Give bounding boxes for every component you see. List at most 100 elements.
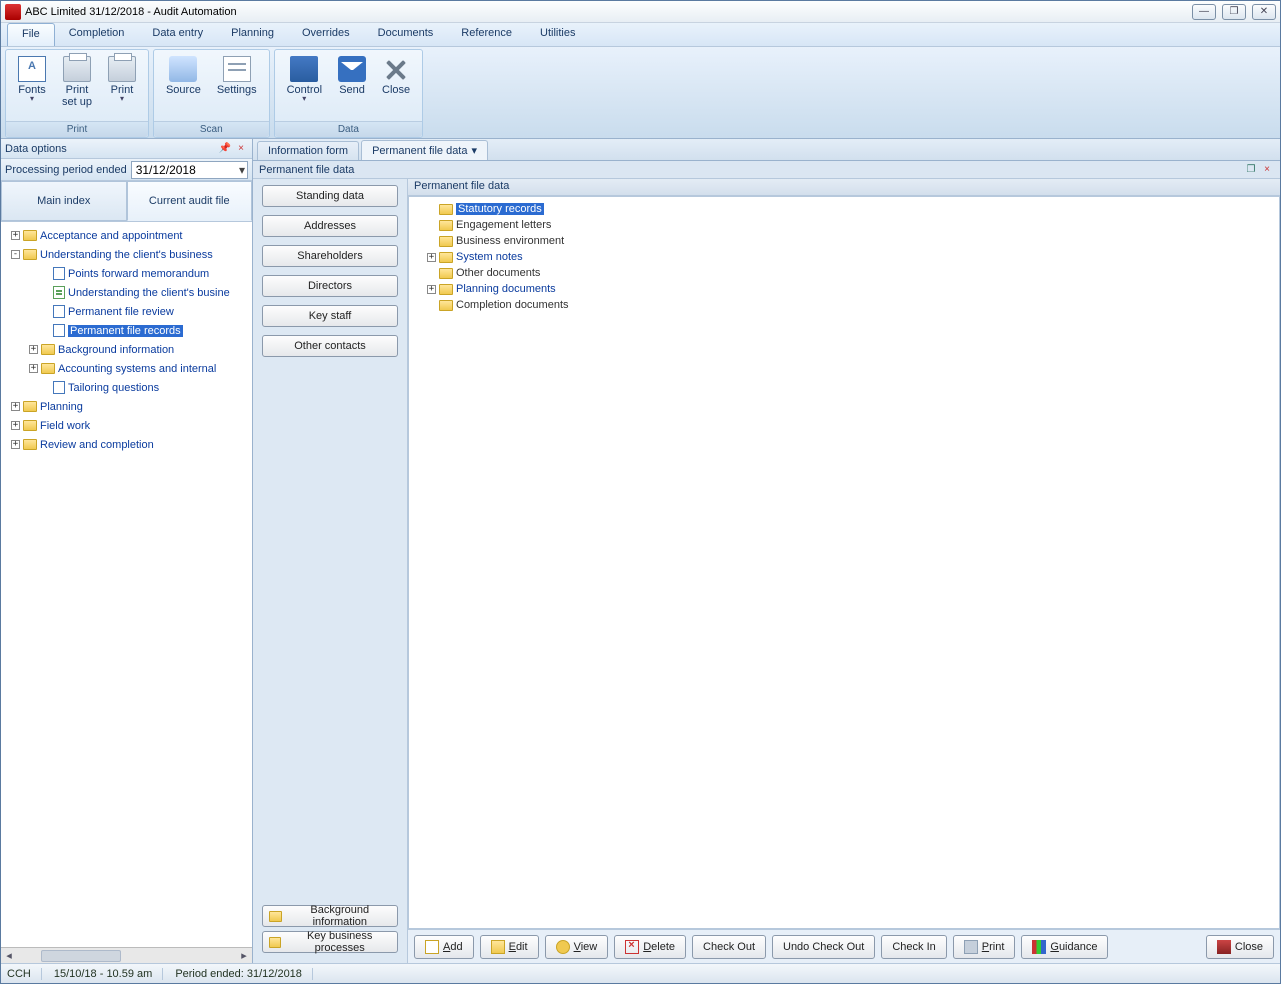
folder-icon	[23, 420, 37, 431]
folder-item[interactable]: System notes	[456, 251, 523, 263]
period-dropdown[interactable]: 31/12/2018	[131, 161, 248, 179]
printer-icon	[108, 56, 136, 82]
ribbon-print[interactable]: Print	[100, 52, 144, 119]
btn-print[interactable]: Print	[953, 935, 1016, 959]
tab-information-form[interactable]: Information form	[257, 141, 359, 160]
view-icon	[556, 940, 570, 954]
folder-icon	[439, 252, 453, 263]
tree-expander[interactable]: +	[11, 421, 20, 430]
close-window-button[interactable]: ✕	[1252, 4, 1276, 20]
tree-item[interactable]: Review and completion	[40, 439, 154, 451]
tree-expander[interactable]: +	[11, 231, 20, 240]
btn-guidance[interactable]: Guidance	[1021, 935, 1108, 959]
btn-view[interactable]: View	[545, 935, 609, 959]
btn-shareholders[interactable]: Shareholders	[262, 245, 398, 267]
pin-icon[interactable]: 📌	[218, 142, 232, 156]
tree-item[interactable]: Tailoring questions	[68, 382, 159, 394]
main-view-header: Permanent file data	[408, 179, 1280, 196]
ribbon-group-scan-label: Scan	[154, 121, 269, 137]
status-bar: CCH 15/10/18 - 10.59 am Period ended: 31…	[1, 963, 1280, 983]
btn-key-staff[interactable]: Key staff	[262, 305, 398, 327]
tree-expander[interactable]: +	[11, 440, 20, 449]
folder-icon	[439, 220, 453, 231]
close-sub-icon[interactable]: ×	[1260, 163, 1274, 177]
btn-standing-data[interactable]: Standing data	[262, 185, 398, 207]
btn-edit[interactable]: Edit	[480, 935, 539, 959]
permanent-file-tree: Statutory records Engagement letters Busin…	[408, 196, 1280, 929]
main-view: Permanent file data Statutory records Eng…	[408, 179, 1280, 963]
ribbon-group-print-label: Print	[6, 121, 148, 137]
menu-data-entry[interactable]: Data entry	[138, 23, 217, 46]
ribbon-group-print: Fonts Print set up Print Print	[5, 49, 149, 138]
ribbon-send[interactable]: Send	[330, 52, 374, 119]
ribbon-fonts[interactable]: Fonts	[10, 52, 54, 119]
btn-check-in[interactable]: Check In	[881, 935, 946, 959]
tree-item[interactable]: Background information	[58, 344, 174, 356]
button-column: Standing data Addresses Shareholders Dir…	[253, 179, 408, 963]
tree-expander[interactable]: +	[11, 402, 20, 411]
folder-item[interactable]: Statutory records	[456, 203, 544, 215]
tree-expander[interactable]: -	[11, 250, 20, 259]
menu-completion[interactable]: Completion	[55, 23, 139, 46]
menu-file[interactable]: File	[7, 23, 55, 46]
restore-icon[interactable]: ❐	[1244, 163, 1258, 177]
btn-close[interactable]: Close	[1206, 935, 1274, 959]
maximize-button[interactable]: ❐	[1222, 4, 1246, 20]
tab-permanent-file-data[interactable]: Permanent file data▾	[361, 140, 488, 160]
tree-item[interactable]: Planning	[40, 401, 83, 413]
tree-expander[interactable]: +	[29, 345, 38, 354]
status-company: CCH	[5, 968, 42, 980]
edit-icon	[491, 940, 505, 954]
ribbon-settings[interactable]: Settings	[209, 52, 265, 119]
tree-expander[interactable]: +	[427, 285, 436, 294]
btn-other-contacts[interactable]: Other contacts	[262, 335, 398, 357]
tree-item[interactable]: Accounting systems and internal	[58, 363, 216, 375]
folder-item[interactable]: Business environment	[456, 235, 564, 247]
ribbon-group-data: Control Send Close Data	[274, 49, 424, 138]
menu-reference[interactable]: Reference	[447, 23, 526, 46]
tree-expander[interactable]: +	[427, 253, 436, 262]
btn-background-info[interactable]: Background information	[262, 905, 398, 927]
folder-item[interactable]: Other documents	[456, 267, 540, 279]
left-panel-header: Data options 📌 ×	[1, 139, 252, 159]
btn-directors[interactable]: Directors	[262, 275, 398, 297]
btn-add[interactable]: Add	[414, 935, 474, 959]
folder-item[interactable]: Completion documents	[456, 299, 569, 311]
bluedoc-icon	[53, 267, 65, 280]
menu-documents[interactable]: Documents	[364, 23, 448, 46]
tree-h-scrollbar[interactable]: ◂▸	[1, 947, 252, 963]
btn-delete[interactable]: Delete	[614, 935, 686, 959]
ribbon-group-scan: Source Settings Scan	[153, 49, 270, 138]
ribbon-source[interactable]: Source	[158, 52, 209, 119]
btn-key-business-processes[interactable]: Key business processes	[262, 931, 398, 953]
app-icon	[5, 4, 21, 20]
btn-undo-check-out[interactable]: Undo Check Out	[772, 935, 875, 959]
ribbon-close[interactable]: Close	[374, 52, 418, 119]
folder-icon	[23, 230, 37, 241]
folder-item[interactable]: Planning documents	[456, 283, 556, 295]
tree-expander[interactable]: +	[29, 364, 38, 373]
folder-icon	[439, 236, 453, 247]
tree-item[interactable]: Understanding the client's busine	[68, 287, 230, 299]
tree-item[interactable]: Permanent file review	[68, 306, 174, 318]
bluedoc-icon	[53, 381, 65, 394]
ribbon-print-setup[interactable]: Print set up	[54, 52, 100, 119]
btn-addresses[interactable]: Addresses	[262, 215, 398, 237]
menu-overrides[interactable]: Overrides	[288, 23, 364, 46]
tree-item[interactable]: Permanent file records	[68, 325, 183, 337]
btn-check-out[interactable]: Check Out	[692, 935, 766, 959]
menu-planning[interactable]: Planning	[217, 23, 288, 46]
tab-current-audit-file[interactable]: Current audit file	[127, 181, 253, 221]
tree-item[interactable]: Points forward memorandum	[68, 268, 209, 280]
minimize-button[interactable]: —	[1192, 4, 1216, 20]
folder-icon	[439, 300, 453, 311]
tab-main-index[interactable]: Main index	[1, 181, 127, 221]
ribbon-group-data-label: Data	[275, 121, 423, 137]
close-panel-icon[interactable]: ×	[234, 142, 248, 156]
menu-utilities[interactable]: Utilities	[526, 23, 589, 46]
tree-item[interactable]: Understanding the client's business	[40, 249, 213, 261]
folder-item[interactable]: Engagement letters	[456, 219, 551, 231]
ribbon-control[interactable]: Control	[279, 52, 330, 119]
tree-item[interactable]: Field work	[40, 420, 90, 432]
tree-item[interactable]: Acceptance and appointment	[40, 230, 183, 242]
